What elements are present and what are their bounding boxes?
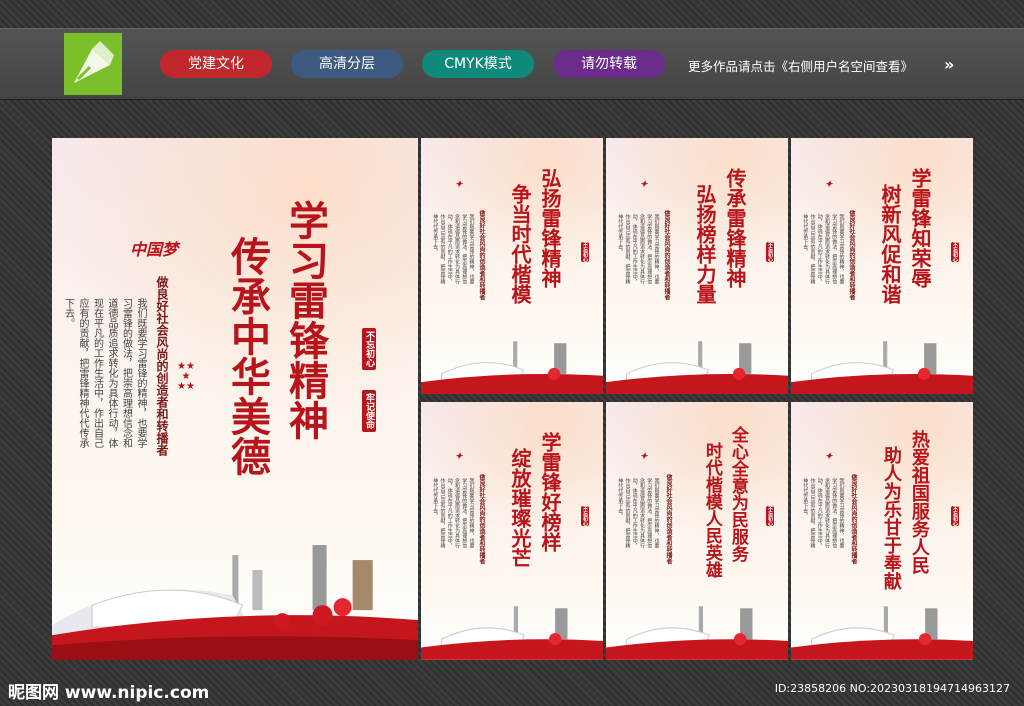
- china-dream-logo: 中国梦: [130, 240, 179, 259]
- poster-2-title-2: 弘扬榜样力量: [693, 184, 717, 304]
- stamp-remember-origin: 不忘初心: [362, 328, 376, 370]
- stars-decoration: ★★ ★ ★★: [177, 361, 195, 392]
- china-dream-logo: ✦: [455, 180, 463, 190]
- poster-5-title-1: 全心全意为民服务: [727, 426, 748, 562]
- poster-4-subtitle: 做良好社会风尚的创造者和转播者: [478, 474, 485, 564]
- image-id: ID:23858206 NO:20230318194714963127: [774, 682, 1010, 695]
- poster-5-subtitle: 做良好社会风尚的创造者和转播者: [665, 474, 672, 564]
- main-poster: 中国梦 学习雷锋精神 传承中华美德 不忘初心 牢记使命 ★★ ★ ★★ 做良好社会风…: [52, 138, 418, 660]
- city-train-scene: [791, 606, 973, 660]
- poster-4-title-2: 绽放璀璨光芒: [508, 448, 532, 568]
- poster-3-title-2: 树新风促和谐: [878, 184, 902, 304]
- china-dream-logo: ✦: [825, 452, 833, 462]
- poster-6-body: 我们既要学习雷锋的精神，也要学习雷锋的做法，把崇高理想信念和道德品质追求转化为具…: [802, 478, 845, 548]
- poster-5-title-2: 时代楷模人民英雄: [701, 442, 722, 578]
- poster-3-subtitle: 做良好社会风尚的创造者和转播者: [848, 210, 855, 300]
- poster-1: ✦ 弘扬雷锋精神 争当时代楷模 做良好社会风尚的创造者和转播者 我们既要学习雷锋…: [421, 138, 603, 394]
- china-dream-logo: ✦: [640, 180, 648, 190]
- poster-6-title-2: 助人为乐甘于奉献: [880, 446, 902, 590]
- tag-no-repost[interactable]: 请勿转载: [553, 50, 665, 78]
- china-dream-logo: ✦: [825, 180, 833, 190]
- double-arrow-icon[interactable]: »: [944, 55, 955, 74]
- poster-3-title-1: 学雷锋知荣辱: [908, 168, 932, 288]
- city-train-scene: [421, 340, 603, 394]
- city-train-scene: [52, 544, 418, 660]
- site-watermark: 昵图网 www.nipic.com: [8, 683, 210, 703]
- poster-6: ✦ 热爱祖国服务人民 助人为乐甘于奉献 做良好社会风尚的创造者和转播者 我们既要…: [791, 402, 973, 660]
- more-works-link[interactable]: 更多作品请点击《右侧用户名空间查看》: [688, 56, 913, 75]
- poster-1-stamp: 不忘初心: [581, 242, 589, 262]
- main-subtitle: 做良好社会风尚的创造者和转播者: [155, 276, 169, 456]
- poster-4-title-1: 学雷锋好榜样: [538, 432, 562, 552]
- main-body-text: 我们既要学习雷锋的精神，也要学习雷锋的做法，把崇高理想信念和道德品质追求转化为具…: [62, 298, 147, 448]
- poster-2-subtitle: 做良好社会风尚的创造者和转播者: [663, 210, 670, 300]
- main-title-1: 学习雷锋精神: [282, 200, 329, 440]
- poster-1-subtitle: 做良好社会风尚的创造者和转播者: [478, 210, 485, 300]
- city-train-scene: [606, 606, 788, 660]
- poster-6-title-1: 热爱祖国服务人民: [908, 430, 930, 574]
- poster-4-body: 我们既要学习雷锋的精神，也要学习雷锋的做法，把崇高理想信念和道德品质追求转化为具…: [432, 478, 475, 548]
- pen-logo-icon: [74, 41, 114, 83]
- poster-5-body: 我们既要学习雷锋的精神，也要学习雷锋的做法，把崇高理想信念和道德品质追求转化为具…: [617, 478, 660, 548]
- poster-4: ✦ 学雷锋好榜样 绽放璀璨光芒 做良好社会风尚的创造者和转播者 我们既要学习雷锋…: [421, 402, 603, 660]
- poster-4-stamp: 不忘初心: [581, 506, 589, 526]
- tag-hd-layers[interactable]: 高清分层: [291, 50, 403, 78]
- poster-3: ✦ 学雷锋知荣辱 树新风促和谐 做良好社会风尚的创造者和转播者 我们既要学习雷锋…: [791, 138, 973, 394]
- poster-2-body: 我们既要学习雷锋的精神，也要学习雷锋的做法，把崇高理想信念和道德品质追求转化为具…: [617, 214, 660, 284]
- city-train-scene: [791, 340, 973, 394]
- poster-3-stamp: 不忘初心: [951, 242, 959, 262]
- china-dream-logo: ✦: [455, 452, 463, 462]
- poster-6-stamp: 不忘初心: [951, 506, 959, 526]
- site-logo[interactable]: [64, 33, 122, 95]
- poster-5: ✦ 全心全意为民服务 时代楷模人民英雄 做良好社会风尚的创造者和转播者 我们既要…: [606, 402, 788, 660]
- poster-3-body: 我们既要学习雷锋的精神，也要学习雷锋的做法，把崇高理想信念和道德品质追求转化为具…: [802, 214, 845, 284]
- poster-1-title-1: 弘扬雷锋精神: [538, 168, 562, 288]
- poster-2-title-1: 传承雷锋精神: [723, 168, 747, 288]
- city-train-scene: [421, 606, 603, 660]
- poster-2: ✦ 传承雷锋精神 弘扬榜样力量 做良好社会风尚的创造者和转播者 我们既要学习雷锋…: [606, 138, 788, 394]
- poster-6-subtitle: 做良好社会风尚的创造者和转播者: [850, 474, 857, 564]
- poster-2-stamp: 不忘初心: [766, 242, 774, 262]
- poster-1-title-2: 争当时代楷模: [508, 184, 532, 304]
- poster-5-stamp: 不忘初心: [766, 506, 774, 526]
- city-train-scene: [606, 340, 788, 394]
- stamp-keep-mission: 牢记使命: [362, 390, 376, 432]
- tag-party-culture[interactable]: 党建文化: [160, 50, 272, 78]
- tag-cmyk[interactable]: CMYK模式: [422, 50, 534, 78]
- china-dream-logo: ✦: [640, 452, 648, 462]
- poster-1-body: 我们既要学习雷锋的精神，也要学习雷锋的做法，把崇高理想信念和道德品质追求转化为具…: [432, 214, 475, 284]
- main-title-2: 传承中华美德: [224, 236, 271, 476]
